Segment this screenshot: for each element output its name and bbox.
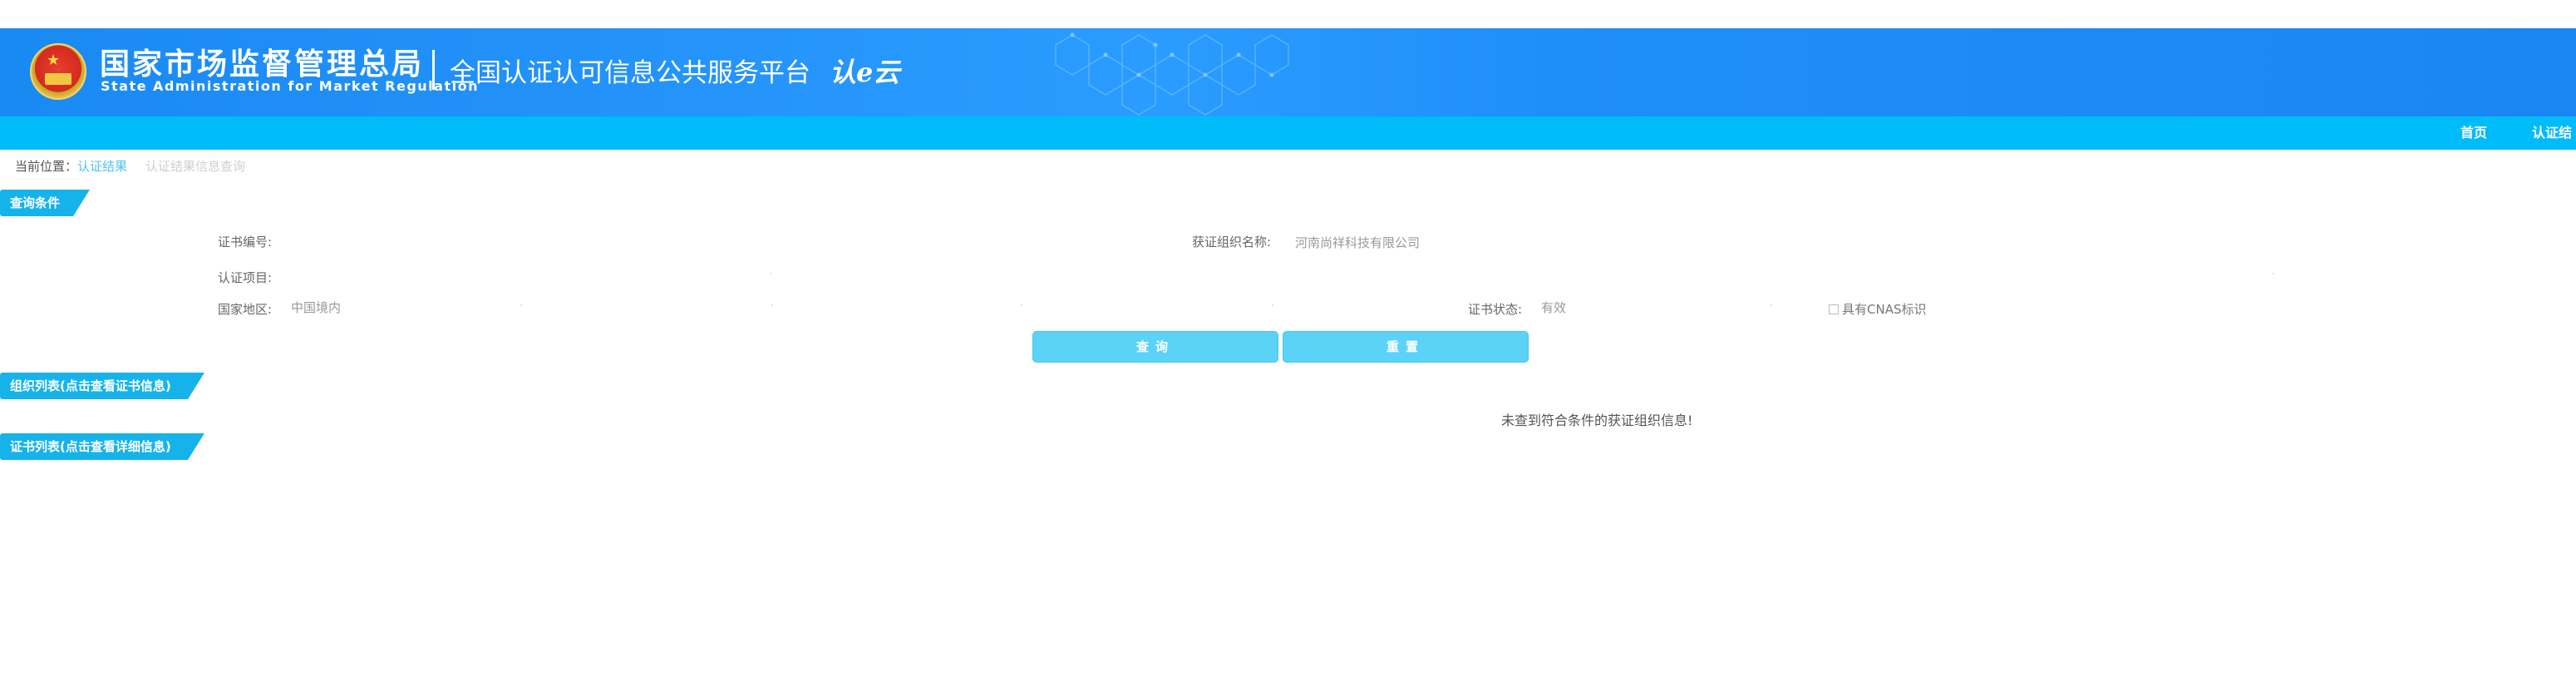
reset-button[interactable]: 重置 [1283,331,1529,363]
cert-project-label: 认证项目: [218,270,273,285]
hexagon-pattern-decoration [1055,32,1289,116]
org-list-empty-message: 未查到符合条件的获证组织信息! [1501,413,1693,428]
select-edge [1771,304,1772,306]
cert-status-label: 证书状态: [1468,302,1523,317]
org-name-label: 获证组织名称: [1192,235,1272,250]
country-region-label: 国家地区: [218,302,273,317]
country-region-select[interactable]: 中国境内 [291,299,341,316]
cert-no-label: 证书编号: [218,235,273,250]
query-conditions-header: 查询条件 [0,190,90,216]
platform-name: 全国认证认可信息公共服务平台 [450,58,810,88]
cert-project-select[interactable] [288,266,2274,286]
national-emblem-icon: ★ [30,43,86,100]
platform-logo: 认e云 [830,57,900,88]
cert-status-select[interactable]: 有效 [1541,299,1566,316]
select-edge [520,304,522,306]
cnas-label: 具有CNAS标识 [1842,302,1927,317]
breadcrumb-prefix: 当前位置： [15,159,78,174]
search-button[interactable]: 查询 [1032,331,1278,363]
breadcrumb: 当前位置：认证结果 认证结果信息查询 [15,158,245,175]
org-name-cn: 国家市场监督管理总局 [100,47,425,82]
site-banner: ★ 国家市场监督管理总局 State Administration for Ma… [0,28,2576,116]
nav-cert-results[interactable]: 认证结 [2532,116,2572,150]
cnas-checkbox[interactable] [1829,304,1839,314]
cert-no-input[interactable] [288,232,753,252]
nav-home[interactable]: 首页 [2460,116,2487,150]
select-edge [1272,304,1273,306]
cert-list-header: 证书列表(点击查看详细信息) [0,433,204,460]
breadcrumb-current: 认证结果信息查询 [145,159,246,174]
main-nav: 首页 认证结 [0,116,2576,150]
select-edge [771,304,773,306]
header-divider [432,50,435,90]
org-name-en: State Administration for Market Regulati… [101,78,479,94]
org-name-input[interactable] [1295,232,1794,252]
select-edge [1021,304,1022,306]
org-list-header: 组织列表(点击查看证书信息) [0,373,204,399]
breadcrumb-link[interactable]: 认证结果 [77,159,127,174]
